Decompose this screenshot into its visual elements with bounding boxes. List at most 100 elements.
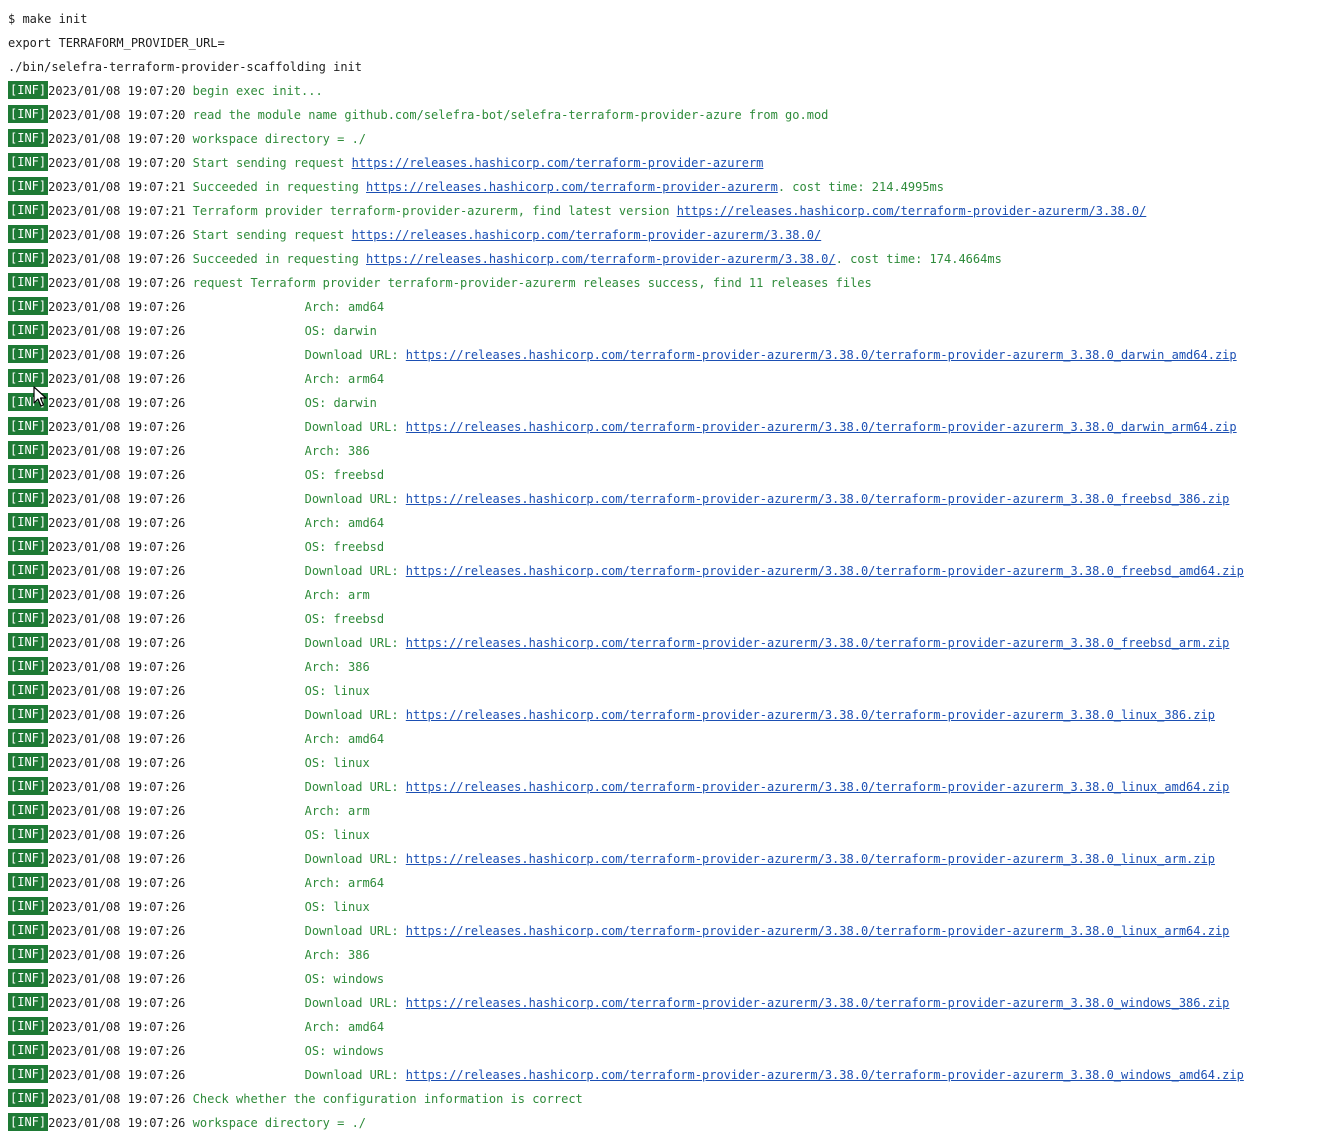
log-timestamp: 2023/01/08 19:07:26 <box>48 852 186 866</box>
log-timestamp: 2023/01/08 19:07:26 <box>48 996 186 1010</box>
log-level-badge: [INF] <box>8 81 49 99</box>
log-message: request Terraform provider terraform-pro… <box>192 276 872 290</box>
log-message: Download URL: <box>304 1068 406 1082</box>
log-line: [INF] 2023/01/08 19:07:26 OS: linux <box>8 679 1326 703</box>
log-line: [INF] 2023/01/08 19:07:26 Download URL: h… <box>8 487 1326 511</box>
log-level-badge: [INF] <box>8 513 49 531</box>
log-line: [INF] 2023/01/08 19:07:26 OS: windows <box>8 967 1326 991</box>
log-line: [INF] 2023/01/08 19:07:26 Succeeded in re… <box>8 247 1326 271</box>
log-line: [INF] 2023/01/08 19:07:26 Arch: 386 <box>8 943 1326 967</box>
log-message: OS: linux <box>304 828 370 842</box>
log-message: Succeeded in requesting <box>192 180 367 194</box>
log-level-badge: [INF] <box>8 1017 49 1035</box>
log-timestamp: 2023/01/08 19:07:21 <box>48 180 186 194</box>
log-message: workspace directory = ./ <box>192 132 367 146</box>
log-level-badge: [INF] <box>8 681 49 699</box>
log-message: Download URL: <box>304 708 406 722</box>
log-level-badge: [INF] <box>8 129 49 147</box>
log-message: Arch: amd64 <box>304 516 385 530</box>
log-level-badge: [INF] <box>8 1089 49 1107</box>
log-message: OS: darwin <box>304 396 377 410</box>
log-url-link[interactable]: https://releases.hashicorp.com/terraform… <box>406 492 1230 506</box>
log-timestamp: 2023/01/08 19:07:20 <box>48 84 186 98</box>
log-level-badge: [INF] <box>8 177 49 195</box>
log-level-badge: [INF] <box>8 705 49 723</box>
log-message-suffix: . cost time: 214.4995ms <box>777 180 945 194</box>
log-line: [INF] 2023/01/08 19:07:26 Arch: arm <box>8 799 1326 823</box>
log-timestamp: 2023/01/08 19:07:26 <box>48 348 186 362</box>
log-line: [INF] 2023/01/08 19:07:26 Download URL: h… <box>8 343 1326 367</box>
log-timestamp: 2023/01/08 19:07:26 <box>48 684 186 698</box>
log-url-link[interactable]: https://releases.hashicorp.com/terraform… <box>352 228 822 242</box>
log-timestamp: 2023/01/08 19:07:26 <box>48 804 186 818</box>
log-message: Terraform provider terraform-provider-az… <box>192 204 677 218</box>
log-level-badge: [INF] <box>8 345 49 363</box>
log-message: read the module name github.com/selefra-… <box>192 108 829 122</box>
log-level-badge: [INF] <box>8 561 49 579</box>
log-timestamp: 2023/01/08 19:07:26 <box>48 972 186 986</box>
log-timestamp: 2023/01/08 19:07:26 <box>48 540 186 554</box>
log-line: [INF] 2023/01/08 19:07:26 Arch: amd64 <box>8 727 1326 751</box>
log-url-link[interactable]: https://releases.hashicorp.com/terraform… <box>406 708 1215 722</box>
log-timestamp: 2023/01/08 19:07:26 <box>48 780 186 794</box>
log-timestamp: 2023/01/08 19:07:26 <box>48 372 186 386</box>
log-timestamp: 2023/01/08 19:07:26 <box>48 492 186 506</box>
log-line: [INF] 2023/01/08 19:07:26 Download URL: h… <box>8 703 1326 727</box>
log-timestamp: 2023/01/08 19:07:26 <box>48 924 186 938</box>
log-message: Download URL: <box>304 924 406 938</box>
log-level-badge: [INF] <box>8 249 49 267</box>
log-line: [INF] 2023/01/08 19:07:26 OS: freebsd <box>8 535 1326 559</box>
log-message: Download URL: <box>304 348 406 362</box>
log-timestamp: 2023/01/08 19:07:26 <box>48 276 186 290</box>
log-url-link[interactable]: https://releases.hashicorp.com/terraform… <box>406 852 1215 866</box>
log-timestamp: 2023/01/08 19:07:26 <box>48 1044 186 1058</box>
log-line: [INF] 2023/01/08 19:07:26 workspace direc… <box>8 1111 1326 1135</box>
log-timestamp: 2023/01/08 19:07:26 <box>48 1092 186 1106</box>
log-message: Arch: 386 <box>304 948 370 962</box>
log-timestamp: 2023/01/08 19:07:26 <box>48 444 186 458</box>
log-url-link[interactable]: https://releases.hashicorp.com/terraform… <box>406 564 1244 578</box>
log-level-badge: [INF] <box>8 1065 49 1083</box>
log-line: [INF] 2023/01/08 19:07:26 Download URL: h… <box>8 775 1326 799</box>
log-message: OS: linux <box>304 900 370 914</box>
log-url-link[interactable]: https://releases.hashicorp.com/terraform… <box>406 348 1237 362</box>
log-url-link[interactable]: https://releases.hashicorp.com/terraform… <box>406 420 1237 434</box>
log-level-badge: [INF] <box>8 273 49 291</box>
log-url-link[interactable]: https://releases.hashicorp.com/terraform… <box>352 156 764 170</box>
log-timestamp: 2023/01/08 19:07:26 <box>48 756 186 770</box>
log-url-link[interactable]: https://releases.hashicorp.com/terraform… <box>366 252 836 266</box>
log-line: [INF] 2023/01/08 19:07:26 OS: linux <box>8 751 1326 775</box>
log-level-badge: [INF] <box>8 729 49 747</box>
log-url-link[interactable]: https://releases.hashicorp.com/terraform… <box>406 780 1230 794</box>
log-level-badge: [INF] <box>8 825 49 843</box>
log-url-link[interactable]: https://releases.hashicorp.com/terraform… <box>406 924 1230 938</box>
log-timestamp: 2023/01/08 19:07:26 <box>48 252 186 266</box>
log-message: Download URL: <box>304 636 406 650</box>
log-message: Check whether the configuration informat… <box>192 1092 583 1106</box>
log-message-suffix: . cost time: 174.4664ms <box>835 252 1002 266</box>
log-url-link[interactable]: https://releases.hashicorp.com/terraform… <box>677 204 1147 218</box>
log-url-link[interactable]: https://releases.hashicorp.com/terraform… <box>406 636 1230 650</box>
log-level-badge: [INF] <box>8 993 49 1011</box>
log-message: Download URL: <box>304 492 406 506</box>
log-url-link[interactable]: https://releases.hashicorp.com/terraform… <box>406 996 1230 1010</box>
log-timestamp: 2023/01/08 19:07:26 <box>48 324 186 338</box>
log-line: [INF] 2023/01/08 19:07:26 OS: linux <box>8 823 1326 847</box>
log-url-link[interactable]: https://releases.hashicorp.com/terraform… <box>406 1068 1244 1082</box>
log-line: [INF] 2023/01/08 19:07:20 workspace direc… <box>8 127 1326 151</box>
log-level-badge: [INF] <box>8 873 49 891</box>
log-url-link[interactable]: https://releases.hashicorp.com/terraform… <box>366 180 778 194</box>
log-line: [INF] 2023/01/08 19:07:26 Download URL: h… <box>8 991 1326 1015</box>
log-message: OS: freebsd <box>304 540 385 554</box>
log-line: [INF] 2023/01/08 19:07:26 Arch: arm <box>8 583 1326 607</box>
log-line: [INF] 2023/01/08 19:07:20 begin exec init… <box>8 79 1326 103</box>
log-level-badge: [INF] <box>8 945 49 963</box>
mouse-pointer-icon <box>33 386 47 407</box>
log-timestamp: 2023/01/08 19:07:26 <box>48 876 186 890</box>
log-level-badge: [INF] <box>8 585 49 603</box>
log-timestamp: 2023/01/08 19:07:26 <box>48 1068 186 1082</box>
log-message: OS: linux <box>304 756 370 770</box>
log-level-badge: [INF] <box>8 489 49 507</box>
log-level-badge: [INF] <box>8 1113 49 1131</box>
log-message: Arch: amd64 <box>304 1020 385 1034</box>
